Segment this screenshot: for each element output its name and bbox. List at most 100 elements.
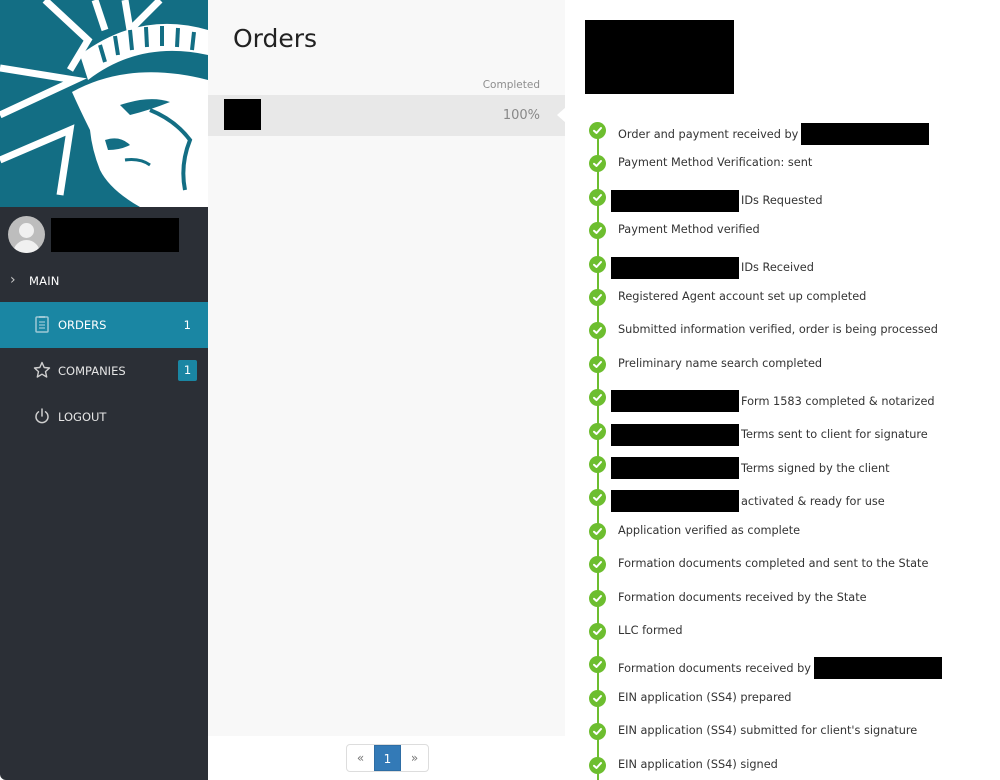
step-label: Terms signed by the client [741, 461, 890, 475]
check-circle-icon [589, 222, 606, 240]
check-circle-icon [589, 723, 606, 741]
sidebar-item-companies[interactable]: COMPANIES 1 [0, 348, 208, 394]
timeline-step-text: Payment Method verified [618, 223, 760, 236]
brand-logo[interactable] [0, 0, 208, 207]
step-label: Application verified as complete [618, 523, 801, 537]
sidebar: › MAIN ORDERS 1 COMPANIES 1 LOGOUT [0, 0, 208, 780]
check-circle-icon [589, 689, 606, 707]
timeline-step-text: Terms sent to client for signature [611, 423, 928, 446]
step-label: EIN application (SS4) prepared [618, 690, 792, 704]
check-circle-icon [589, 556, 606, 574]
order-detail-panel: Order and payment received by Payment Met… [565, 0, 1000, 780]
pagination-page-current[interactable]: 1 [374, 745, 401, 771]
check-circle-icon [589, 355, 606, 373]
timeline-step-text: Formation documents received by the Stat… [618, 591, 867, 604]
step-label: activated & ready for use [741, 494, 885, 508]
step-label: Payment Method verified [618, 223, 760, 237]
timeline-step: EIN application (SS4) submitted for clie… [589, 721, 989, 741]
user-name-redacted [51, 218, 179, 252]
timeline-step: Formation documents received by the Stat… [589, 588, 989, 608]
check-circle-icon [589, 489, 606, 507]
power-icon [33, 407, 51, 425]
nav-section-label: MAIN [29, 274, 60, 288]
redacted-text [611, 390, 739, 413]
chevron-right-icon: › [10, 272, 16, 288]
timeline-step: Payment Method verified [589, 220, 989, 240]
step-label: Terms sent to client for signature [741, 428, 928, 442]
timeline-step-text: Order and payment received by [618, 123, 930, 145]
step-label: IDs Received [741, 261, 814, 275]
pagination-area: « 1 » [208, 736, 565, 780]
column-header-completed: Completed [482, 79, 540, 91]
timeline-step-text: Payment Method Verification: sent [618, 156, 812, 169]
pagination-next[interactable]: » [401, 745, 428, 771]
timeline-step-text: Terms signed by the client [611, 457, 890, 479]
statue-of-liberty-logo-icon [0, 0, 208, 207]
timeline-step: Registered Agent account set up complete… [589, 287, 989, 307]
timeline-step: Application verified as complete [589, 521, 989, 541]
check-circle-icon [589, 389, 606, 407]
check-circle-icon [589, 456, 606, 473]
redacted-text [814, 657, 942, 680]
timeline-step-text: LLC formed [618, 624, 683, 637]
timeline-step: Order and payment received by [589, 120, 989, 145]
step-label: Formation documents received by [618, 661, 811, 675]
redacted-text [801, 123, 930, 145]
redacted-text [611, 457, 739, 479]
order-title-redacted [585, 20, 734, 94]
timeline-step-text: IDs Received [611, 256, 814, 279]
timeline-step: EIN application (SS4) signed [589, 755, 989, 775]
check-circle-icon [589, 522, 606, 540]
timeline-step-text: Submitted information verified, order is… [618, 323, 938, 336]
sidebar-item-logout[interactable]: LOGOUT [0, 394, 208, 440]
step-label: LLC formed [618, 624, 683, 637]
step-label: Submitted information verified, order is… [618, 323, 938, 337]
redacted-text [611, 189, 739, 212]
timeline-step-text: EIN application (SS4) prepared [618, 691, 791, 704]
pagination-prev[interactable]: « [347, 745, 374, 771]
check-circle-icon [589, 122, 606, 139]
star-icon [33, 361, 51, 379]
app: › MAIN ORDERS 1 COMPANIES 1 LOGOUT Order… [0, 0, 1000, 780]
timeline-step: Preliminary name search completed [589, 354, 989, 374]
user-profile[interactable] [0, 207, 208, 262]
step-label: Formation documents completed and sent t… [618, 557, 929, 571]
redacted-text [611, 256, 739, 279]
nav-section-main[interactable]: › MAIN [0, 262, 208, 300]
timeline-step-text: EIN application (SS4) signed [618, 758, 778, 771]
sidebar-item-orders[interactable]: ORDERS 1 [0, 302, 208, 348]
check-circle-icon [589, 289, 606, 306]
timeline-step-text: Formation documents received by [618, 657, 942, 680]
step-label: Registered Agent account set up complete… [618, 290, 867, 303]
timeline-step: Terms signed by the client [589, 454, 989, 479]
step-label: Preliminary name search completed [618, 356, 823, 370]
timeline-step-text: EIN application (SS4) submitted for clie… [618, 724, 917, 737]
timeline-step: LLC formed [589, 621, 989, 641]
timeline-step: Terms sent to client for signature [589, 421, 989, 446]
timeline-step: Submitted information verified, order is… [589, 320, 989, 340]
redacted-text [611, 490, 739, 513]
timeline-step: Formation documents completed and sent t… [589, 554, 989, 574]
orders-count: 1 [183, 318, 191, 332]
step-label: Form 1583 completed & notarized [741, 394, 935, 408]
step-label: IDs Requested [741, 194, 823, 208]
check-circle-icon [589, 188, 606, 206]
timeline-step-text: Preliminary name search completed [618, 357, 822, 370]
timeline-step: IDs Received [589, 254, 989, 279]
order-row[interactable]: 100% [208, 95, 566, 136]
companies-count-badge: 1 [178, 360, 197, 381]
timeline-step-text: Registered Agent account set up complete… [618, 290, 866, 303]
timeline-step-text: Formation documents completed and sent t… [618, 557, 928, 570]
sidebar-item-label: COMPANIES [58, 364, 126, 378]
timeline-step: IDs Requested [589, 187, 989, 212]
clipboard-list-icon [33, 315, 51, 333]
timeline-step: EIN application (SS4) prepared [589, 688, 989, 708]
page-title: Orders [233, 24, 318, 53]
timeline-step-text: Form 1583 completed & notarized [611, 390, 935, 413]
timeline-step-text: activated & ready for use [611, 490, 885, 513]
redacted-text [611, 423, 739, 446]
timeline-step: Formation documents received by [589, 654, 989, 680]
order-name-redacted [224, 99, 261, 130]
sidebar-item-label: ORDERS [58, 318, 107, 332]
step-label: Order and payment received by [618, 127, 799, 141]
